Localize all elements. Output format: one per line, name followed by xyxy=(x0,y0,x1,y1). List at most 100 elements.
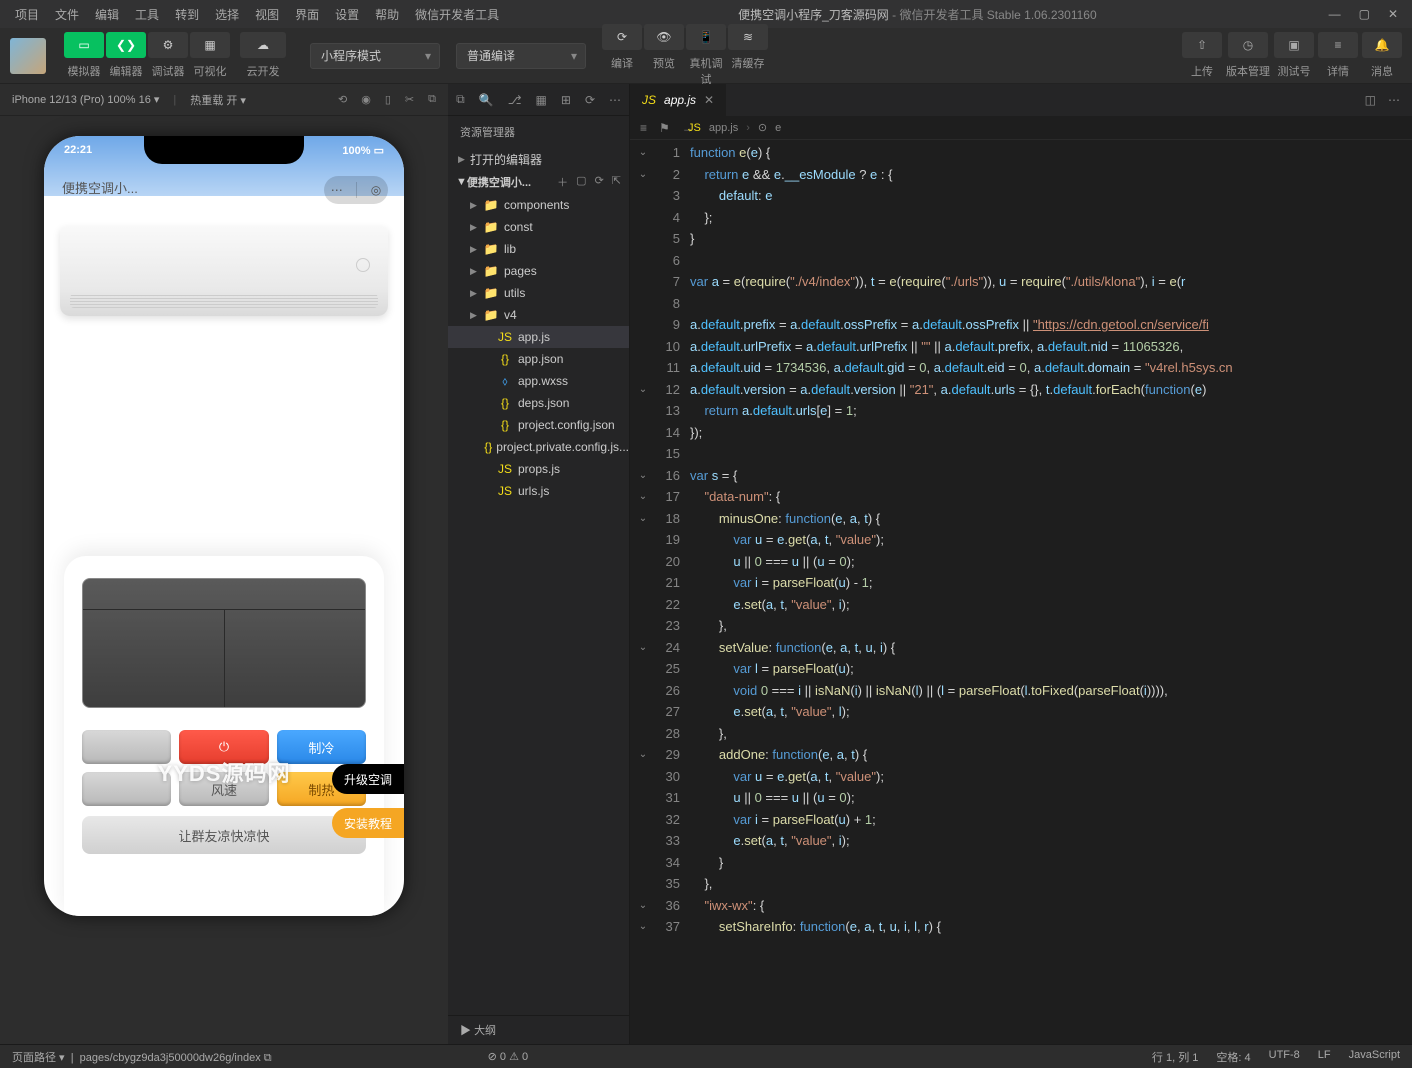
mini-app-title: 便携空调小... xyxy=(62,178,138,197)
popout-icon[interactable]: ⧉ xyxy=(428,93,436,106)
menu-工具[interactable]: 工具 xyxy=(128,3,166,26)
target-icon[interactable]: ◎ xyxy=(371,183,381,197)
avatar[interactable] xyxy=(10,38,46,74)
menu-文件[interactable]: 文件 xyxy=(48,3,86,26)
tab-close-icon[interactable]: ✕ xyxy=(704,93,714,107)
page-path[interactable]: 页面路径 ▾ | pages/cbygz9da3j50000dw26g/inde… xyxy=(12,1049,272,1065)
menu-dots-icon[interactable]: ⋯ xyxy=(331,183,343,197)
editor-tab-appjs[interactable]: JSapp.js✕ xyxy=(630,84,727,116)
window-title: 便携空调小程序_刀客源码网 - 微信开发者工具 Stable 1.06.2301… xyxy=(506,6,1328,23)
file-project.config.json[interactable]: {}project.config.json xyxy=(448,414,629,436)
close-icon[interactable]: ✕ xyxy=(1388,7,1398,21)
float-install-button[interactable]: 安装教程 xyxy=(332,808,404,838)
status-battery: 100% ▭ xyxy=(342,144,384,157)
file-app.json[interactable]: {}app.json xyxy=(448,348,629,370)
clear-cache-button[interactable]: ≋ xyxy=(728,24,768,50)
folder-pages[interactable]: ▶📁pages xyxy=(448,260,629,282)
editor-toggle[interactable]: ❮❯ xyxy=(106,32,146,58)
hot-reload-toggle[interactable]: 热重载 开 ▾ xyxy=(190,92,246,108)
branch-icon[interactable]: ⎇ xyxy=(508,91,522,109)
split-icon[interactable]: ◫ xyxy=(1365,93,1376,107)
grid1-icon[interactable]: ▦ xyxy=(536,91,547,109)
breadcrumb[interactable]: JSapp.js › ⊙e xyxy=(674,116,795,140)
eol[interactable]: LF xyxy=(1318,1049,1331,1065)
compile-button[interactable]: ⟳ xyxy=(602,24,642,50)
search-icon[interactable]: 🔍 xyxy=(479,91,494,109)
new-file-icon[interactable]: ＋ xyxy=(557,174,568,190)
file-project.private.config.js...[interactable]: {}project.private.config.js... xyxy=(448,436,629,458)
menu-选择[interactable]: 选择 xyxy=(208,3,246,26)
debugger-toggle[interactable]: ⚙ xyxy=(148,32,188,58)
cursor-position[interactable]: 行 1, 列 1 xyxy=(1152,1049,1198,1065)
compile-dropdown[interactable]: 普通编译 xyxy=(456,43,586,69)
new-folder-icon[interactable]: ▢ xyxy=(576,174,586,190)
rtool-3[interactable]: ≡ xyxy=(1318,32,1358,58)
more-tab-icon[interactable]: ⋯ xyxy=(1388,93,1400,107)
problems[interactable]: ⊘ 0 ⚠ 0 xyxy=(488,1050,529,1063)
menu-设置[interactable]: 设置 xyxy=(328,3,366,26)
file-props.js[interactable]: JSprops.js xyxy=(448,458,629,480)
cloud-dev-label: 云开发 xyxy=(240,63,286,79)
mode-dropdown[interactable]: 小程序模式 xyxy=(310,43,440,69)
remote-control: ⏻ 制冷 风速 制热 让群友凉快凉快 xyxy=(64,556,384,916)
rotate-icon[interactable]: ⟲ xyxy=(338,93,347,106)
remote-screen xyxy=(82,578,366,708)
file-app.wxss[interactable]: ⬨app.wxss xyxy=(448,370,629,392)
nav-back-icon[interactable]: ≡ xyxy=(640,121,647,135)
code-editor[interactable]: ⌄ ⌄ ⌄ ⌄ ⌄ ⌄ ⌄ ⌄ ⌄ ⌄ 1 2 3 4 5 6 7 8 9 10… xyxy=(630,140,1412,1044)
folder-const[interactable]: ▶📁const xyxy=(448,216,629,238)
device-selector[interactable]: iPhone 12/13 (Pro) 100% 16 ▾ xyxy=(12,93,159,106)
menu-转到[interactable]: 转到 xyxy=(168,3,206,26)
grid2-icon[interactable]: ⊞ xyxy=(561,91,571,109)
file-deps.json[interactable]: {}deps.json xyxy=(448,392,629,414)
files-icon[interactable]: ⧉ xyxy=(456,91,465,109)
minimize-icon[interactable]: — xyxy=(1329,7,1341,21)
menu-视图[interactable]: 视图 xyxy=(248,3,286,26)
maximize-icon[interactable]: ▢ xyxy=(1359,7,1370,21)
phone-frame: 22:21 100% ▭ ⋯◎ 便携空调小... YYDS源码网 ⏻ 制冷 风速 xyxy=(44,136,404,916)
rtool-0[interactable]: ⇧ xyxy=(1182,32,1222,58)
simulator-panel: iPhone 12/13 (Pro) 100% 16 ▾ | 热重载 开 ▾ ⟲… xyxy=(0,84,448,1044)
simulator-toggle[interactable]: ▭ xyxy=(64,32,104,58)
indentation[interactable]: 空格: 4 xyxy=(1216,1049,1250,1065)
preview-button[interactable]: 👁 xyxy=(644,24,684,50)
file-urls.js[interactable]: JSurls.js xyxy=(448,480,629,502)
folder-v4[interactable]: ▶📁v4 xyxy=(448,304,629,326)
cut-icon[interactable]: ✂ xyxy=(405,93,414,106)
remote-btn-share[interactable]: 让群友凉快凉快 xyxy=(82,816,366,854)
record-icon[interactable]: ◉ xyxy=(361,93,371,106)
device-icon[interactable]: ▯ xyxy=(385,93,391,106)
cloud-dev-button[interactable]: ☁ xyxy=(240,32,286,58)
menu-项目[interactable]: 项目 xyxy=(8,3,46,26)
rtool-2[interactable]: ▣ xyxy=(1274,32,1314,58)
editor-panel: JSapp.js✕ ◫ ⋯ ≡ ⚑ → JSapp.js › ⊙e ⌄ ⌄ ⌄ … xyxy=(630,84,1412,1044)
collapse-icon[interactable]: ⇱ xyxy=(612,174,621,190)
explorer-panel: ⧉ 🔍 ⎇ ▦ ⊞ ⟳ ⋯ 资源管理器 ▶打开的编辑器 ▼便携空调小... ＋ … xyxy=(448,84,630,1044)
bookmark-icon[interactable]: ⚑ xyxy=(659,121,670,135)
menu-编辑[interactable]: 编辑 xyxy=(88,3,126,26)
file-app.js[interactable]: JSapp.js xyxy=(448,326,629,348)
main-toolbar: ▭ ❮❯ ⚙ ▦ 模拟器编辑器调试器可视化 ☁ 云开发 小程序模式 普通编译 ⟳… xyxy=(0,28,1412,84)
menu-帮助[interactable]: 帮助 xyxy=(368,3,406,26)
rtool-1[interactable]: ◷ xyxy=(1228,32,1268,58)
refresh-icon[interactable]: ⟳ xyxy=(585,91,595,109)
phone-notch xyxy=(144,136,304,164)
project-root[interactable]: ▼便携空调小... ＋ ▢ ⟳ ⇱ xyxy=(448,170,629,194)
explorer-title: 资源管理器 xyxy=(448,116,629,148)
folder-utils[interactable]: ▶📁utils xyxy=(448,282,629,304)
rtool-4[interactable]: 🔔 xyxy=(1362,32,1402,58)
folder-lib[interactable]: ▶📁lib xyxy=(448,238,629,260)
visual-toggle[interactable]: ▦ xyxy=(190,32,230,58)
menu-界面[interactable]: 界面 xyxy=(288,3,326,26)
capsule-button[interactable]: ⋯◎ xyxy=(324,176,388,204)
refresh-tree-icon[interactable]: ⟳ xyxy=(595,174,604,190)
menu-微信开发者工具[interactable]: 微信开发者工具 xyxy=(408,3,506,26)
encoding[interactable]: UTF-8 xyxy=(1269,1049,1300,1065)
language[interactable]: JavaScript xyxy=(1349,1049,1400,1065)
open-editors-section[interactable]: ▶打开的编辑器 xyxy=(448,148,629,170)
remote-debug-button[interactable]: 📱 xyxy=(686,24,726,50)
outline-section[interactable]: ▶ 大纲 xyxy=(448,1015,629,1044)
folder-components[interactable]: ▶📁components xyxy=(448,194,629,216)
float-upgrade-button[interactable]: 升级空调 xyxy=(332,764,404,794)
more-icon[interactable]: ⋯ xyxy=(609,91,621,109)
